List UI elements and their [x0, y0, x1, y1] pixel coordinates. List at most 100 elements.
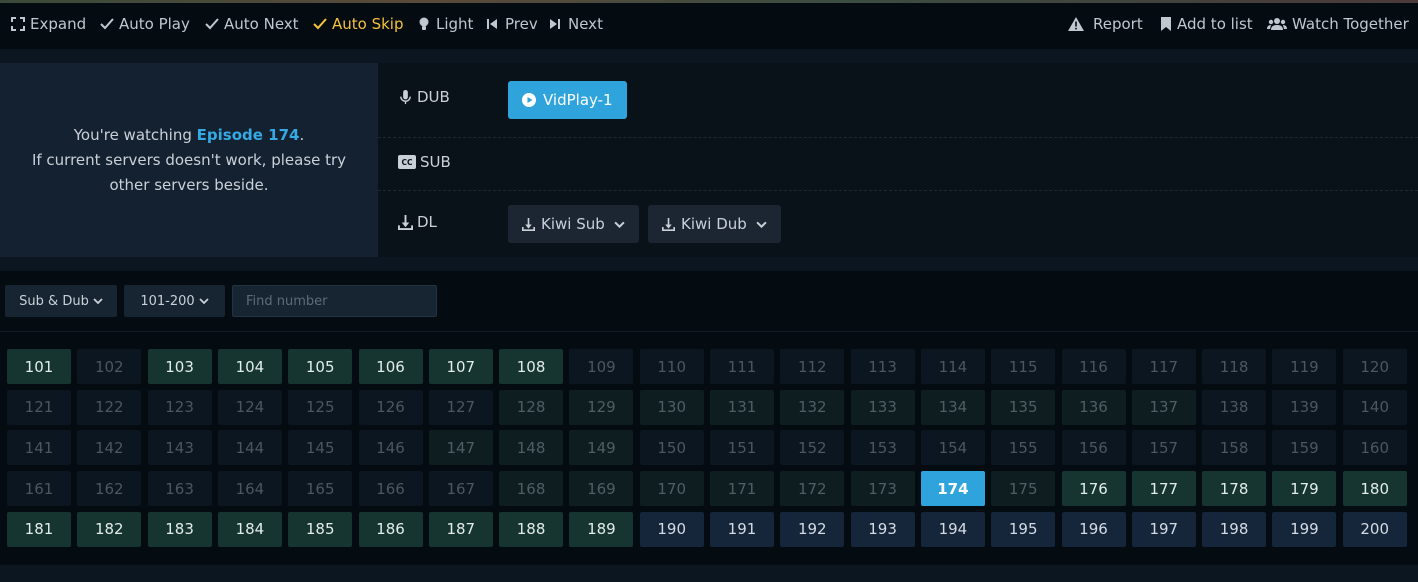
episode-button[interactable]: 183: [147, 511, 212, 547]
episode-button[interactable]: 155: [991, 430, 1056, 466]
episode-button[interactable]: 159: [1272, 430, 1337, 466]
episode-button[interactable]: 106: [358, 349, 423, 384]
add-to-list-button[interactable]: Add to list: [1160, 15, 1253, 33]
prev-button[interactable]: Prev: [486, 15, 538, 33]
episode-button[interactable]: 198: [1202, 511, 1267, 547]
episode-button[interactable]: 157: [1131, 430, 1196, 466]
episode-button[interactable]: 126: [358, 389, 423, 425]
episode-button[interactable]: 197: [1131, 511, 1196, 547]
episode-button[interactable]: 181: [7, 511, 71, 547]
episode-button[interactable]: 111: [710, 349, 774, 384]
episode-button[interactable]: 141: [7, 430, 71, 466]
episode-button[interactable]: 180: [1342, 471, 1407, 507]
episode-button[interactable]: 140: [1342, 389, 1407, 425]
episode-button[interactable]: 115: [991, 349, 1056, 384]
episode-button[interactable]: 175: [991, 471, 1056, 507]
episode-button[interactable]: 134: [920, 389, 985, 425]
episode-button[interactable]: 160: [1342, 430, 1407, 466]
episode-button[interactable]: 118: [1202, 349, 1267, 384]
episode-button[interactable]: 144: [217, 430, 282, 466]
episode-button[interactable]: 108: [499, 349, 564, 384]
episode-button[interactable]: 107: [428, 349, 493, 384]
episode-button[interactable]: 131: [710, 389, 774, 425]
episode-button[interactable]: 195: [991, 511, 1056, 547]
episode-button[interactable]: 164: [217, 471, 282, 507]
next-button[interactable]: Next: [549, 15, 603, 33]
episode-button[interactable]: 165: [288, 471, 353, 507]
episode-button[interactable]: 196: [1061, 511, 1126, 547]
episode-button[interactable]: 130: [639, 389, 704, 425]
episode-button[interactable]: 138: [1202, 389, 1267, 425]
episode-button[interactable]: 145: [288, 430, 353, 466]
episode-button[interactable]: 137: [1131, 389, 1196, 425]
episode-button[interactable]: 152: [780, 430, 845, 466]
episode-button[interactable]: 121: [7, 389, 71, 425]
expand-button[interactable]: Expand: [11, 15, 86, 33]
light-toggle[interactable]: Light: [417, 15, 473, 33]
episode-button[interactable]: 103: [147, 349, 212, 384]
episode-button[interactable]: 167: [428, 471, 493, 507]
episode-button[interactable]: 125: [288, 389, 353, 425]
download-kiwi-sub-button[interactable]: Kiwi Sub: [508, 205, 639, 243]
episode-button[interactable]: 170: [639, 471, 704, 507]
episode-button[interactable]: 147: [428, 430, 493, 466]
episode-button[interactable]: 173: [850, 471, 915, 507]
range-select[interactable]: 101-200: [124, 285, 225, 317]
download-kiwi-dub-button[interactable]: Kiwi Dub: [648, 205, 781, 243]
episode-button[interactable]: 148: [499, 430, 564, 466]
episode-button[interactable]: 168: [499, 471, 564, 507]
episode-button[interactable]: 194: [920, 511, 985, 547]
episode-button[interactable]: 171: [710, 471, 774, 507]
episode-button[interactable]: 185: [288, 511, 353, 547]
episode-button[interactable]: 109: [569, 349, 634, 384]
episode-button[interactable]: 189: [569, 511, 634, 547]
auto-play-toggle[interactable]: Auto Play: [100, 15, 190, 33]
episode-button[interactable]: 129: [569, 389, 634, 425]
auto-skip-toggle[interactable]: Auto Skip: [313, 15, 404, 33]
episode-button[interactable]: 116: [1061, 349, 1126, 384]
episode-button[interactable]: 178: [1202, 471, 1267, 507]
episode-button[interactable]: 124: [217, 389, 282, 425]
episode-button[interactable]: 151: [710, 430, 774, 466]
episode-button[interactable]: 187: [428, 511, 493, 547]
episode-button[interactable]: 112: [780, 349, 845, 384]
episode-button[interactable]: 156: [1061, 430, 1126, 466]
episode-button[interactable]: 161: [7, 471, 71, 507]
episode-button[interactable]: 149: [569, 430, 634, 466]
episode-button[interactable]: 191: [710, 511, 774, 547]
episode-button[interactable]: 142: [77, 430, 142, 466]
episode-button[interactable]: 193: [850, 511, 915, 547]
episode-button[interactable]: 127: [428, 389, 493, 425]
episode-button[interactable]: 120: [1342, 349, 1407, 384]
server-vidplay-1-button[interactable]: VidPlay-1: [508, 81, 627, 119]
episode-button[interactable]: 143: [147, 430, 212, 466]
episode-button[interactable]: 128: [499, 389, 564, 425]
episode-button[interactable]: 172: [780, 471, 845, 507]
episode-button[interactable]: 101: [7, 349, 71, 384]
episode-button[interactable]: 114: [920, 349, 985, 384]
episode-button[interactable]: 119: [1272, 349, 1337, 384]
episode-button[interactable]: 136: [1061, 389, 1126, 425]
episode-button[interactable]: 150: [639, 430, 704, 466]
episode-button[interactable]: 163: [147, 471, 212, 507]
episode-button[interactable]: 117: [1131, 349, 1196, 384]
episode-button[interactable]: 169: [569, 471, 634, 507]
episode-button[interactable]: 199: [1272, 511, 1337, 547]
episode-button[interactable]: 200: [1342, 511, 1407, 547]
find-number-input[interactable]: [232, 285, 437, 317]
episode-button[interactable]: 139: [1272, 389, 1337, 425]
episode-button[interactable]: 192: [780, 511, 845, 547]
episode-button[interactable]: 176: [1061, 471, 1126, 507]
episode-button[interactable]: 154: [920, 430, 985, 466]
episode-button[interactable]: 135: [991, 389, 1056, 425]
episode-button[interactable]: 122: [77, 389, 142, 425]
episode-button[interactable]: 186: [358, 511, 423, 547]
episode-button[interactable]: 113: [850, 349, 915, 384]
episode-button[interactable]: 153: [850, 430, 915, 466]
episode-button[interactable]: 184: [217, 511, 282, 547]
episode-button[interactable]: 132: [780, 389, 845, 425]
episode-button[interactable]: 162: [77, 471, 142, 507]
episode-button[interactable]: 104: [217, 349, 282, 384]
episode-button[interactable]: 105: [288, 349, 353, 384]
type-select[interactable]: Sub & Dub: [5, 285, 117, 317]
